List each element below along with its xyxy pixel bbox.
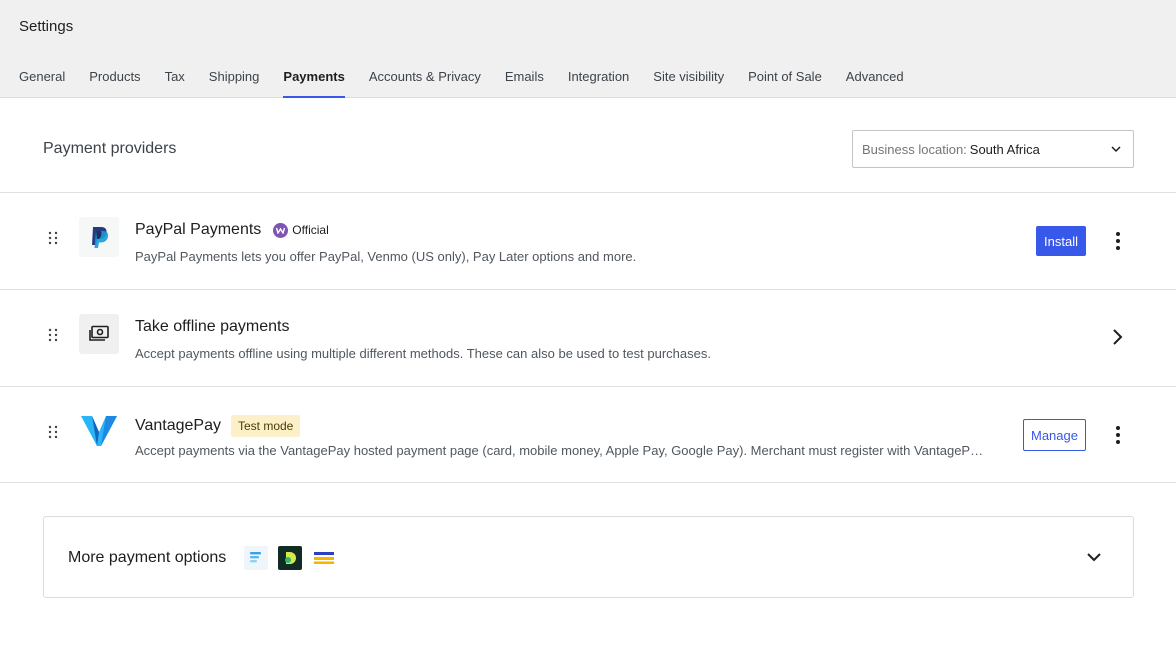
tab-site-visibility[interactable]: Site visibility [653,68,724,98]
more-payment-options[interactable]: More payment options [43,516,1134,598]
drag-handle-icon[interactable] [48,328,58,342]
provider-title: Take offline payments [135,318,289,336]
paypal-logo [79,217,119,257]
provider-logo-icon [278,546,302,570]
provider-description: Accept payments via the VantagePay hoste… [135,443,985,458]
chevron-down-icon [1109,142,1123,159]
drag-handle-icon[interactable] [48,425,58,439]
official-label: Official [292,223,329,237]
drag-handle-icon[interactable] [48,231,58,245]
tab-payments[interactable]: Payments [283,68,345,98]
woo-icon [273,222,289,238]
provider-logo-icon [312,546,336,570]
provider-logo-icon [244,546,268,570]
location-value: South Africa [969,141,1040,157]
tab-advanced[interactable]: Advanced [846,68,904,98]
business-location-select[interactable]: Business location: South Africa [852,130,1134,168]
provider-name: PayPal Payments [135,221,262,238]
cash-icon [79,314,119,354]
kebab-menu-icon[interactable] [1109,230,1127,252]
settings-header: Settings General Products Tax Shipping P… [0,0,1176,98]
provider-title: VantagePay Test mode [135,415,301,437]
location-label: Business location: [862,141,967,157]
test-mode-badge: Test mode [231,415,301,437]
chevron-down-icon[interactable] [1085,548,1103,571]
page-title: Settings [19,18,74,35]
provider-title: PayPal Payments Official [135,221,329,239]
provider-row-paypal: PayPal Payments Official PayPal Payments… [0,192,1176,289]
tab-products[interactable]: Products [89,68,140,98]
provider-row-offline[interactable]: Take offline payments Accept payments of… [0,289,1176,386]
manage-button[interactable]: Manage [1023,419,1086,451]
kebab-menu-icon[interactable] [1109,424,1127,446]
provider-description: Accept payments offline using multiple d… [135,346,711,361]
more-options-logos [244,546,346,570]
tab-point-of-sale[interactable]: Point of Sale [748,68,822,98]
vantagepay-logo [79,411,119,451]
tab-accounts-privacy[interactable]: Accounts & Privacy [369,68,481,98]
provider-description: PayPal Payments lets you offer PayPal, V… [135,249,637,264]
tab-emails[interactable]: Emails [505,68,544,98]
chevron-right-icon[interactable] [1110,327,1124,352]
official-badge: Official [273,222,329,238]
tab-shipping[interactable]: Shipping [209,68,260,98]
more-options-title: More payment options [68,549,227,566]
tab-general[interactable]: General [19,68,65,98]
install-button[interactable]: Install [1036,226,1086,256]
settings-tabs: General Products Tax Shipping Payments A… [19,68,928,98]
provider-name: VantagePay [135,417,221,434]
tab-tax[interactable]: Tax [165,68,185,98]
provider-name: Take offline payments [135,318,290,335]
section-title: Payment providers [43,140,177,157]
tab-integration[interactable]: Integration [568,68,629,98]
provider-row-vantagepay: VantagePay Test mode Accept payments via… [0,386,1176,483]
